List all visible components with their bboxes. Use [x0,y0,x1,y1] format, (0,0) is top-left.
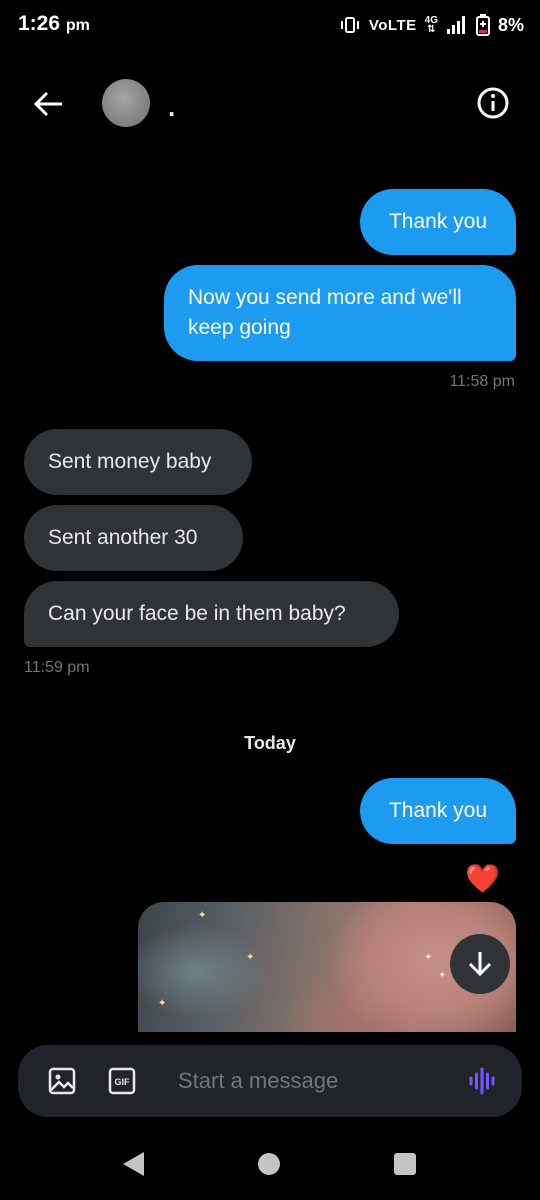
arrow-left-icon [33,91,62,117]
contact-name[interactable]: . [168,92,175,123]
battery-icon [475,14,490,36]
system-navigation-bar [0,1128,540,1200]
back-button[interactable] [30,86,70,122]
message-timestamp: 11:58 pm [449,373,515,390]
received-message[interactable]: Sent another 30 [24,505,243,571]
status-time: 1:26 pm [18,12,90,36]
received-message[interactable]: Sent money baby [24,429,252,495]
add-photo-button[interactable] [48,1067,76,1100]
image-icon [48,1067,76,1095]
volte-label: VoLTE [368,16,417,34]
message-input[interactable] [178,1065,458,1097]
heart-reaction-icon[interactable]: ❤️ [465,862,500,895]
info-icon [477,87,509,119]
status-period: pm [65,17,90,34]
sent-message[interactable]: Now you send more and we'll keep going [164,265,516,361]
status-bar: 1:26 pm VoLTE 4G ⇅ 8% [0,0,540,52]
square-recents-icon [394,1153,416,1175]
gif-icon: GIF [108,1067,136,1095]
sparkle-icon: ✦ [424,952,433,963]
vibrate-icon [340,17,359,33]
sparkle-icon: ✦ [198,910,207,921]
message-timestamp: 11:59 pm [24,659,90,676]
status-icons: VoLTE 4G ⇅ 8% [339,14,524,36]
conversation-info-button[interactable] [476,86,510,120]
day-separator: Today [244,733,296,753]
clipped-timestamp [48,135,128,149]
data-arrows-icon: ⇅ [427,24,436,35]
nav-back-button[interactable] [120,1150,146,1183]
circle-home-icon [258,1153,280,1175]
nav-recents-button[interactable] [393,1152,417,1181]
sent-message[interactable]: Thank you [360,778,516,844]
avatar[interactable] [102,79,150,127]
arrow-down-icon [468,952,492,977]
network-indicator: 4G ⇅ [425,16,438,35]
status-clock: 1:26 [18,12,61,35]
voice-message-button[interactable] [468,1067,496,1100]
battery-percent: 8% [497,14,524,35]
message-composer: GIF [18,1045,522,1117]
sparkle-icon: ✦ [158,998,167,1009]
sent-message[interactable]: Thank you [360,189,516,255]
signal-icon [446,16,465,34]
sparkle-icon: ✦ [438,970,447,981]
gif-label: GIF [115,1077,131,1087]
scroll-to-bottom-button[interactable] [450,934,510,994]
nav-home-button[interactable] [257,1152,281,1181]
add-gif-button[interactable]: GIF [108,1067,136,1100]
voice-waveform-icon [469,1067,495,1095]
sparkle-icon: ✦ [246,952,255,963]
triangle-back-icon [123,1152,144,1176]
received-message[interactable]: Can your face be in them baby? [24,581,399,647]
